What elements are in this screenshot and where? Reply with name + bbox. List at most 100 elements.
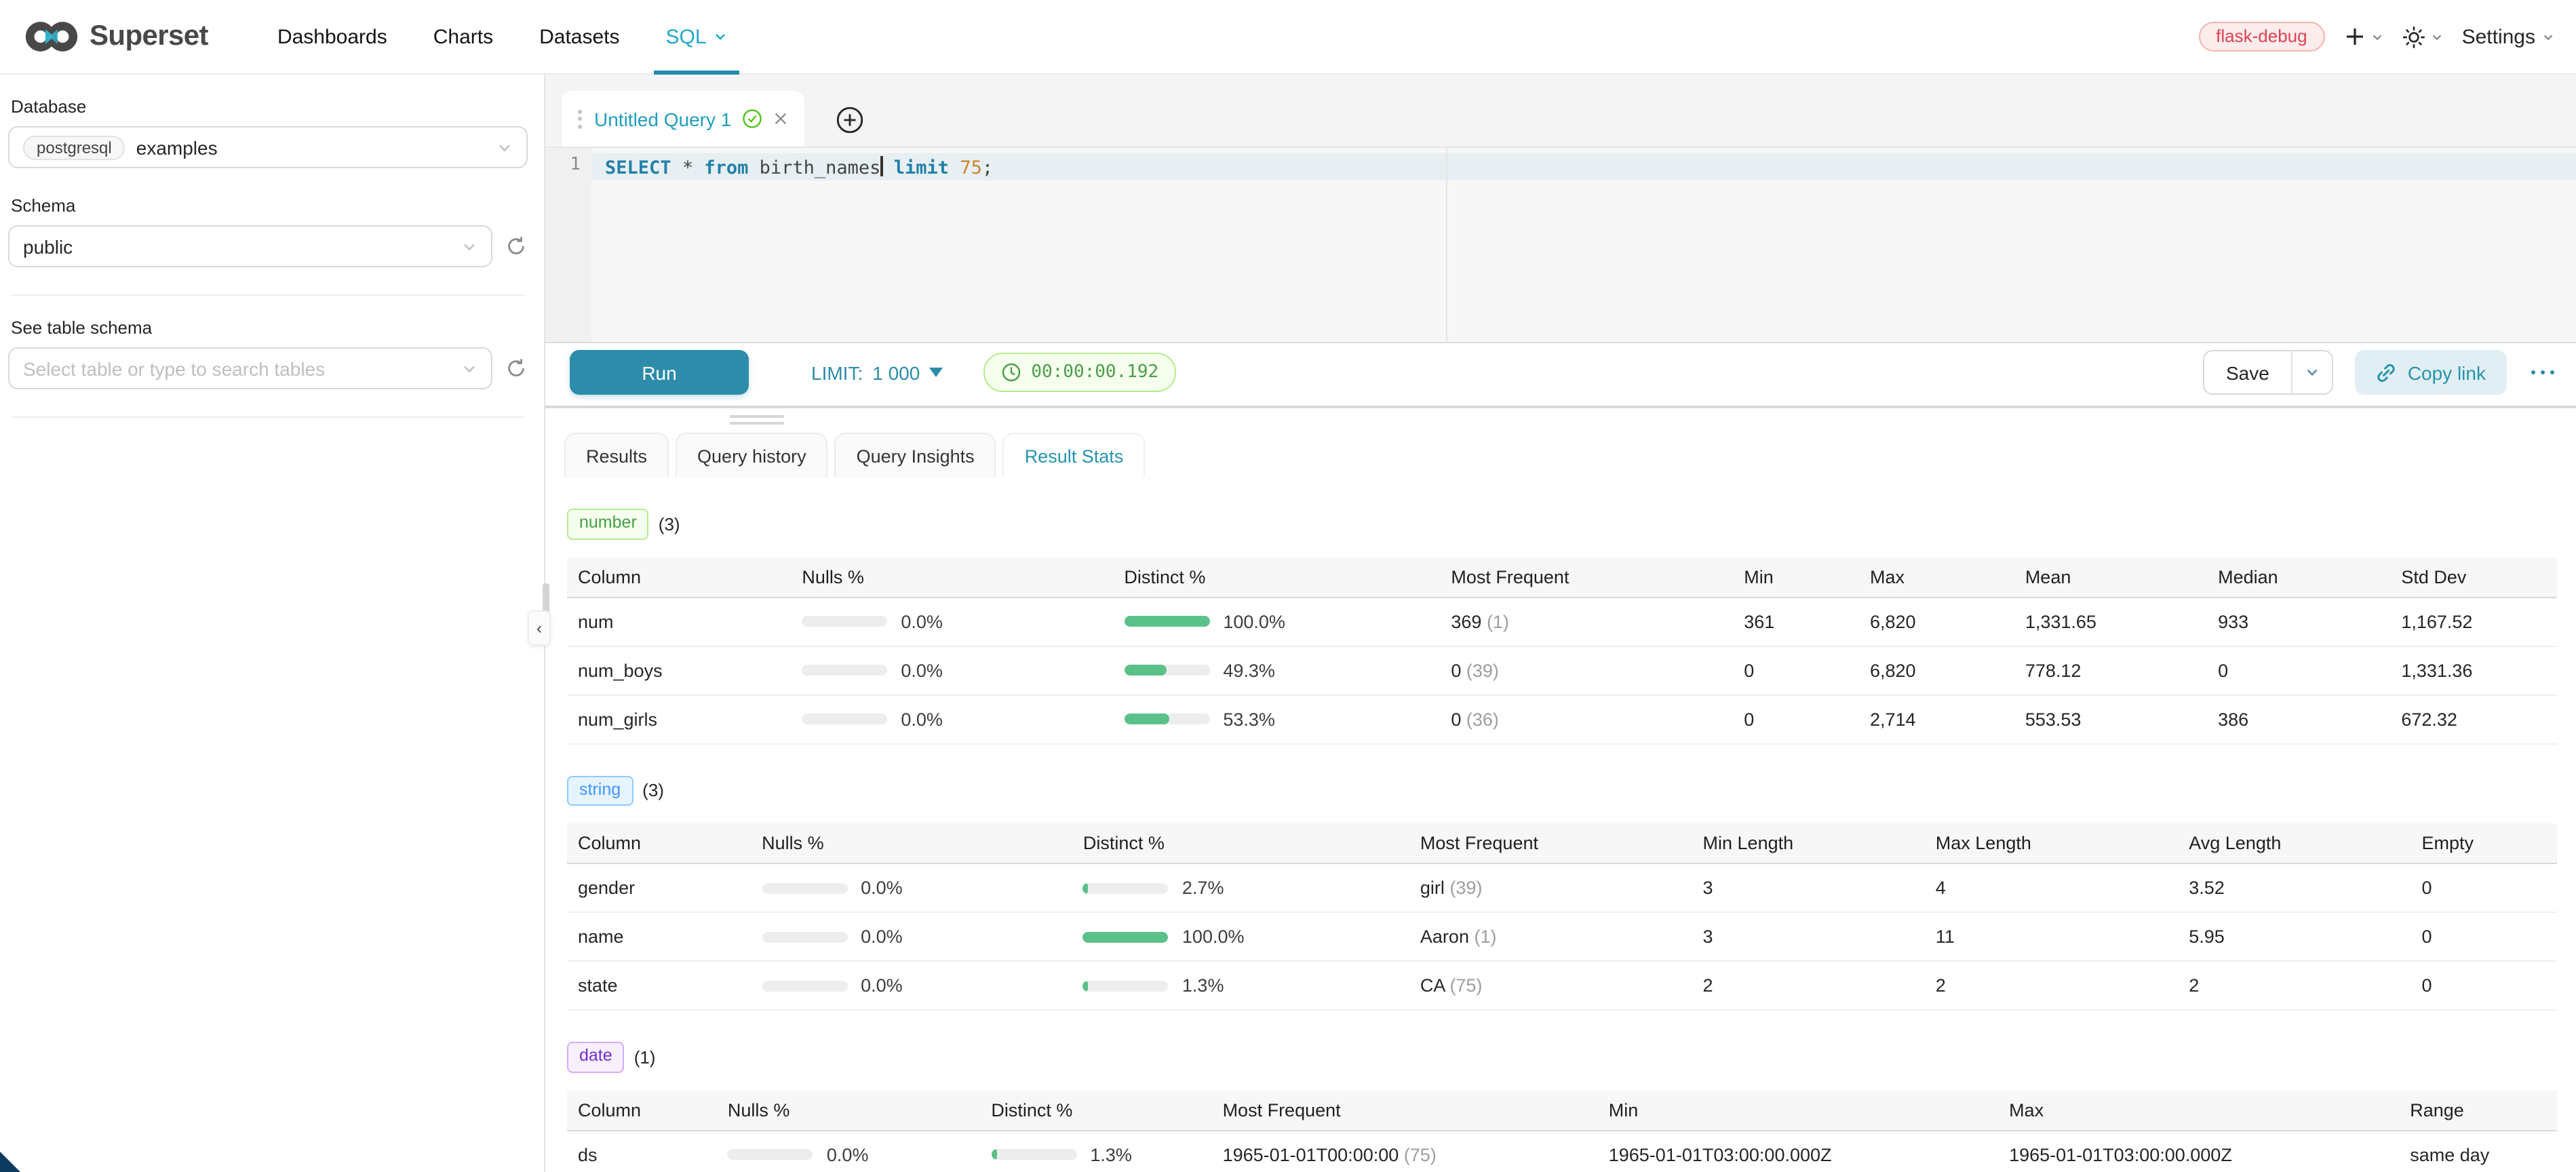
database-select[interactable]: postgresql examples: [8, 126, 528, 168]
table-header-row: ColumnNulls %Distinct %Most FrequentMin …: [567, 824, 2557, 865]
table-header-cell: Column: [567, 1100, 717, 1120]
database-value: examples: [136, 136, 218, 158]
superset-sql-lab: Superset Dashboards Charts Datasets SQL …: [0, 0, 2576, 1172]
stat-value-cell: 1965-01-01T03:00:00.000Z: [1598, 1145, 1998, 1165]
new-item-button[interactable]: [2344, 26, 2383, 47]
tab-results[interactable]: Results: [564, 433, 669, 477]
table-header-cell: Max: [1859, 566, 2014, 587]
chevron-down-icon: [496, 139, 513, 155]
stat-value-cell: 6,820: [1859, 611, 2014, 631]
table-header-cell: Distinct %: [1072, 834, 1409, 854]
nulls-bar: 0.0%: [791, 611, 1113, 631]
stat-value-cell: 553.53: [2014, 709, 2207, 729]
distinct-bar: 2.7%: [1072, 878, 1409, 899]
stat-value-cell: 1,331.36: [2390, 660, 2557, 680]
refresh-tables-button[interactable]: [505, 357, 528, 380]
most-frequent-cell: CA (75): [1409, 976, 1692, 996]
more-actions-button[interactable]: [2528, 365, 2557, 380]
nav-item-charts[interactable]: Charts: [410, 0, 516, 73]
nav-item-datasets[interactable]: Datasets: [516, 0, 642, 73]
most-frequent-cell: 0 (36): [1440, 709, 1733, 729]
stat-value-cell: 0: [1733, 709, 1859, 729]
tab-query-history[interactable]: Query history: [676, 433, 828, 477]
table-header-cell: Most Frequent: [1440, 566, 1733, 587]
schema-select[interactable]: public: [8, 225, 492, 267]
distinct-bar: 100.0%: [1072, 927, 1409, 948]
collapse-sidebar-button[interactable]: ‹: [528, 610, 551, 646]
table-header-cell: Max: [1998, 1100, 2399, 1120]
results-panel: Results Query history Query Insights Res…: [545, 433, 2576, 1172]
most-frequent-cell: 1965-01-01T00:00:00 (75): [1212, 1145, 1598, 1165]
chevron-down-icon: [2371, 31, 2383, 43]
sidebar-divider: [11, 416, 525, 418]
superset-logo[interactable]: Superset: [24, 19, 208, 54]
column-name-cell: num_girls: [567, 709, 791, 729]
sidebar-divider: [11, 294, 525, 296]
chevron-down-icon: [461, 238, 477, 254]
table-header-cell: Nulls %: [717, 1100, 980, 1120]
table-header-cell: Empty: [2411, 834, 2557, 854]
environment-tag: flask-debug: [2198, 22, 2324, 52]
table-row: name0.0%100.0%Aaron (1)3115.950: [567, 914, 2557, 962]
query-success-icon: [742, 109, 762, 129]
tab-result-stats[interactable]: Result Stats: [1003, 433, 1146, 477]
stat-value-cell: 778.12: [2014, 660, 2207, 680]
table-header-cell: Min: [1733, 566, 1859, 587]
plus-icon: [2344, 26, 2366, 47]
table-header-cell: Min: [1598, 1100, 1998, 1120]
chevron-down-icon: [2542, 31, 2554, 43]
stat-value-cell: 3.52: [2178, 878, 2411, 899]
most-frequent-cell: 0 (39): [1440, 660, 1733, 680]
table-schema-label: See table schema: [11, 317, 528, 338]
stat-value-cell: 0: [2207, 660, 2390, 680]
table-header-cell: Most Frequent: [1409, 834, 1692, 854]
sqllab-sidebar: Database postgresql examples Schema publ…: [0, 75, 545, 1172]
type-badge: number: [567, 509, 649, 539]
chevron-down-icon: [714, 30, 727, 43]
table-header-cell: Distinct %: [1113, 566, 1440, 587]
theme-toggle[interactable]: [2402, 25, 2443, 48]
table-header-cell: Column: [567, 834, 751, 854]
top-navbar: Superset Dashboards Charts Datasets SQL …: [0, 0, 2576, 75]
table-header-cell: Std Dev: [2390, 566, 2557, 587]
add-query-tab-button[interactable]: [834, 104, 864, 134]
close-tab-icon[interactable]: [773, 111, 788, 126]
stat-value-cell: 5.95: [2178, 927, 2411, 948]
most-frequent-cell: 369 (1): [1440, 611, 1733, 631]
query-tab[interactable]: Untitled Query 1: [562, 91, 804, 146]
distinct-bar: 49.3%: [1113, 660, 1440, 680]
stat-value-cell: 4: [1925, 878, 2178, 899]
table-row: ds0.0%1.3%1965-01-01T00:00:00 (75)1965-0…: [567, 1131, 2557, 1172]
tab-query-insights[interactable]: Query Insights: [835, 433, 996, 477]
sql-code-editor[interactable]: 1 SELECT * from birth_names limit 75;: [545, 148, 2576, 343]
type-count: (3): [659, 514, 680, 534]
limit-dropdown[interactable]: LIMIT: 1 000: [811, 362, 943, 383]
nulls-bar: 0.0%: [751, 976, 1072, 996]
editor-toolbar: Run LIMIT: 1 000 00:00:00.192: [545, 343, 2576, 402]
caret-down-icon: [929, 368, 943, 377]
table-row: num_girls0.0%53.3%0 (36)02,714553.533866…: [567, 695, 2557, 744]
stat-value-cell: 0: [2411, 878, 2557, 899]
type-badge: string: [567, 775, 633, 806]
stats-section: string(3)ColumnNulls %Distinct %Most Fre…: [564, 775, 2576, 1011]
table-select[interactable]: Select table or type to search tables: [8, 347, 492, 389]
save-options-caret[interactable]: [2291, 351, 2332, 393]
drag-handle-icon[interactable]: [578, 109, 583, 128]
editor-code-area[interactable]: SELECT * from birth_names limit 75;: [591, 148, 2576, 342]
nav-item-sql[interactable]: SQL: [643, 0, 750, 73]
save-query-button[interactable]: Save: [2203, 350, 2333, 395]
stats-section: date(1)ColumnNulls %Distinct %Most Frequ…: [564, 1042, 2576, 1172]
navbar-right: flask-debug: [2198, 22, 2554, 52]
splitter-drag-handle[interactable]: [730, 415, 784, 429]
elapsed-time: 00:00:00.192: [1031, 362, 1158, 383]
stat-value-cell: 11: [1925, 927, 2178, 948]
run-button[interactable]: Run: [570, 350, 749, 395]
refresh-schema-button[interactable]: [505, 235, 528, 258]
copy-link-button[interactable]: Copy link: [2355, 350, 2506, 395]
query-tabstrip: Untitled Query 1: [545, 75, 2576, 148]
stat-value-cell: 933: [2207, 611, 2390, 631]
table-header-cell: Nulls %: [751, 834, 1072, 854]
nav-item-dashboards[interactable]: Dashboards: [254, 0, 410, 73]
table-header-cell: Distinct %: [980, 1100, 1211, 1120]
settings-menu[interactable]: Settings: [2462, 25, 2554, 48]
